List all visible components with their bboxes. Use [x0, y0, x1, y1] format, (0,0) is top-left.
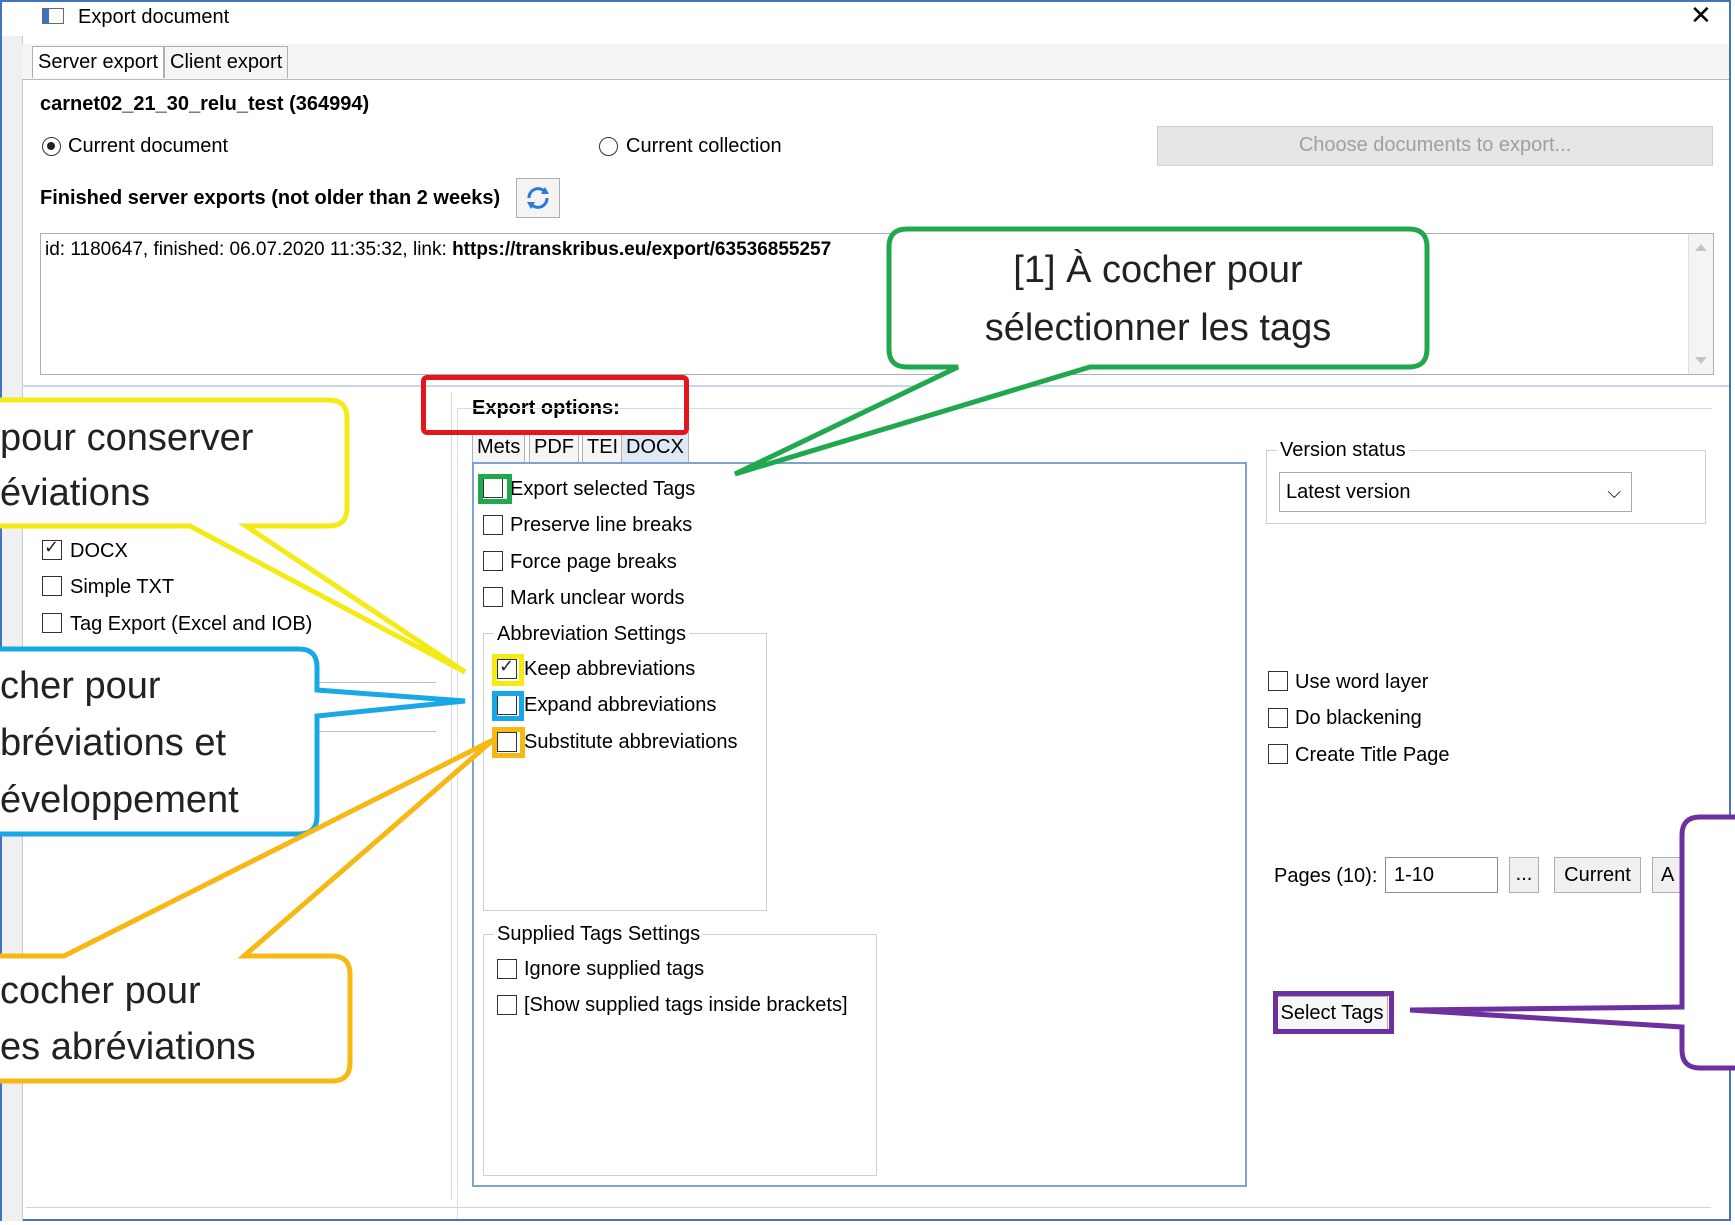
- callout-yellow-line2: éviations: [0, 472, 150, 514]
- callout-blue-line3: éveloppement: [0, 779, 239, 821]
- callout-orange-line1: cocher pour: [0, 970, 201, 1012]
- annotation-callouts: [0, 226, 1735, 1084]
- callout-yellow-line1: pour conserver: [0, 417, 254, 459]
- callout-green-line2: sélectionner les tags: [984, 307, 1332, 349]
- callout-purple: [1409, 814, 1735, 1071]
- callout-blue-line2: bréviations et: [0, 722, 227, 764]
- callout-orange-line2: es abréviations: [0, 1026, 256, 1068]
- callout-green-line1: [1] À cocher pour: [1013, 249, 1303, 291]
- callout-blue-line1: cher pour: [0, 665, 161, 707]
